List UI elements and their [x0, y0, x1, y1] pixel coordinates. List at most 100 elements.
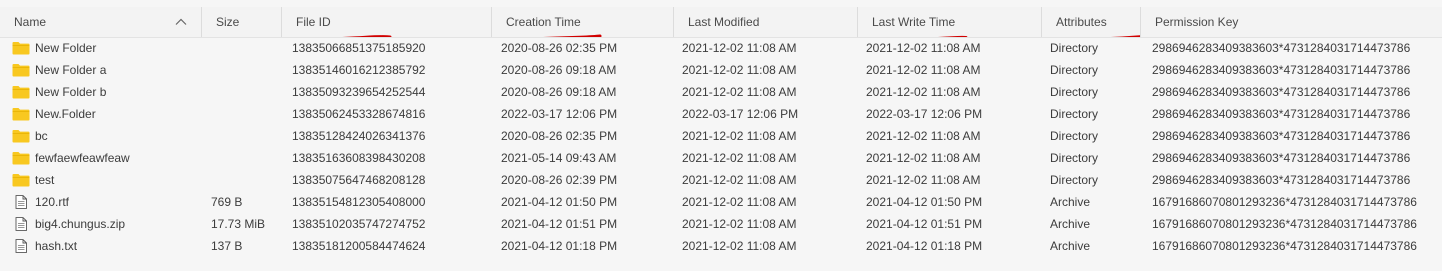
file-icon — [15, 195, 27, 209]
file-id: 13835093239654252544 — [292, 85, 426, 99]
last-modified: 2021-12-02 11:08 AM — [682, 85, 797, 99]
file-id: 13835163608398430208 — [292, 151, 426, 165]
file-attributes: Directory — [1050, 107, 1099, 121]
last-modified: 2022-03-17 12:06 PM — [682, 107, 799, 121]
file-name: test — [35, 173, 55, 187]
creation-time: 2021-05-14 09:43 AM — [501, 151, 617, 165]
file-size — [211, 81, 286, 103]
file-name: fewfaewfeawfeaw — [35, 151, 130, 165]
column-header-name[interactable]: Name — [0, 7, 202, 37]
file-name: New Folder — [35, 41, 97, 55]
last-modified: 2021-12-02 11:08 AM — [682, 151, 797, 165]
last-write-time: 2022-03-17 12:06 PM — [866, 107, 983, 121]
column-header-file-id[interactable]: File ID — [282, 7, 492, 37]
permission-key: 16791686070801293236*4731284031714473786 — [1152, 217, 1417, 231]
column-header-attributes-label: Attributes — [1056, 15, 1140, 37]
row-icon-cell — [12, 125, 30, 147]
file-id: 13835075647468208128 — [292, 173, 426, 187]
file-attributes: Directory — [1050, 41, 1099, 55]
file-size — [211, 125, 286, 147]
file-attributes: Directory — [1050, 63, 1099, 77]
file-id: 13835181200584474624 — [292, 239, 426, 253]
row-icon-cell — [12, 37, 30, 59]
file-attributes: Directory — [1050, 173, 1099, 187]
file-name: hash.txt — [35, 239, 78, 253]
file-row[interactable]: New Folder a 13835146016212385792 2020-0… — [0, 59, 1442, 81]
file-icon — [15, 239, 27, 253]
column-header-last-write-time[interactable]: Last Write Time — [858, 7, 1042, 37]
file-row[interactable]: New Folder 13835066851375185920 2020-08-… — [0, 37, 1442, 59]
file-name: New Folder b — [35, 85, 107, 99]
file-row[interactable]: test 13835075647468208128 2020-08-26 02:… — [0, 169, 1442, 191]
file-name: New.Folder — [35, 107, 96, 121]
file-name: bc — [35, 129, 48, 143]
file-name: big4.chungus.zip — [35, 217, 126, 231]
folder-icon — [12, 86, 30, 99]
permission-key: 2986946283409383603*4731284031714473786 — [1152, 129, 1411, 143]
row-icon-cell — [12, 213, 30, 235]
permission-key: 16791686070801293236*4731284031714473786 — [1152, 195, 1417, 209]
file-size: 17.73 MiB — [211, 217, 266, 231]
sort-ascending-icon[interactable] — [175, 16, 187, 28]
last-modified: 2021-12-02 11:08 AM — [682, 217, 797, 231]
last-modified: 2021-12-02 11:08 AM — [682, 195, 797, 209]
column-header-name-label: Name — [14, 15, 47, 29]
permission-key: 2986946283409383603*4731284031714473786 — [1152, 151, 1411, 165]
file-id: 13835154812305408000 — [292, 195, 426, 209]
column-header-permission-key[interactable]: Permission Key — [1141, 7, 1442, 37]
row-icon-cell — [12, 59, 30, 81]
row-icon-cell — [12, 169, 30, 191]
row-icon-cell — [12, 147, 30, 169]
last-write-time: 2021-12-02 11:08 AM — [866, 63, 981, 77]
permission-key: 2986946283409383603*4731284031714473786 — [1152, 173, 1411, 187]
file-row[interactable]: big4.chungus.zip 17.73 MiB 1383510203574… — [0, 213, 1442, 235]
last-write-time: 2021-04-12 01:51 PM — [866, 217, 983, 231]
file-attributes: Archive — [1050, 239, 1091, 253]
file-size — [211, 59, 286, 81]
last-modified: 2021-12-02 11:08 AM — [682, 239, 797, 253]
file-size — [211, 169, 286, 191]
file-attributes: Directory — [1050, 151, 1099, 165]
last-write-time: 2021-04-12 01:18 PM — [866, 239, 983, 253]
last-modified: 2021-12-02 11:08 AM — [682, 129, 797, 143]
creation-time: 2020-08-26 02:35 PM — [501, 41, 618, 55]
file-name: 120.rtf — [35, 195, 70, 209]
file-attributes: Directory — [1050, 85, 1099, 99]
row-icon-cell — [12, 103, 30, 125]
column-header-size-label: Size — [216, 15, 240, 29]
file-attributes: Directory — [1050, 129, 1099, 143]
creation-time: 2021-04-12 01:18 PM — [501, 239, 618, 253]
last-write-time: 2021-12-02 11:08 AM — [866, 129, 981, 143]
folder-icon — [12, 152, 30, 165]
file-row[interactable]: hash.txt 137 B 13835181200584474624 2021… — [0, 235, 1442, 257]
file-rows: New Folder 13835066851375185920 2020-08-… — [0, 37, 1442, 257]
file-id: 13835102035747274752 — [292, 217, 426, 231]
row-icon-cell — [12, 235, 30, 257]
creation-time: 2020-08-26 02:39 PM — [501, 173, 618, 187]
permission-key: 2986946283409383603*4731284031714473786 — [1152, 41, 1411, 55]
permission-key: 2986946283409383603*4731284031714473786 — [1152, 85, 1411, 99]
file-row[interactable]: 120.rtf 769 B 13835154812305408000 2021-… — [0, 191, 1442, 213]
file-row[interactable]: bc 13835128424026341376 2020-08-26 02:35… — [0, 125, 1442, 147]
column-header-last-modified[interactable]: Last Modified — [674, 7, 858, 37]
last-write-time: 2021-04-12 01:50 PM — [866, 195, 983, 209]
file-attributes: Archive — [1050, 217, 1091, 231]
column-header-attributes[interactable]: Attributes — [1042, 7, 1141, 37]
file-size — [211, 37, 286, 59]
creation-time: 2020-08-26 02:35 PM — [501, 129, 618, 143]
file-attributes: Archive — [1050, 195, 1091, 209]
last-write-time: 2021-12-02 11:08 AM — [866, 41, 981, 55]
last-modified: 2021-12-02 11:08 AM — [682, 63, 797, 77]
column-header-creation-time[interactable]: Creation Time — [492, 7, 674, 37]
column-header-size[interactable]: Size — [202, 7, 282, 37]
file-row[interactable]: New.Folder 13835062453328674816 2022-03-… — [0, 103, 1442, 125]
last-modified: 2021-12-02 11:08 AM — [682, 41, 797, 55]
file-id: 13835146016212385792 — [292, 63, 426, 77]
column-header-last-write-time-label: Last Write Time — [872, 15, 968, 37]
file-row[interactable]: New Folder b 13835093239654252544 2020-0… — [0, 81, 1442, 103]
file-size — [211, 147, 286, 169]
creation-time: 2021-04-12 01:51 PM — [501, 217, 618, 231]
file-row[interactable]: fewfaewfeawfeaw 13835163608398430208 202… — [0, 147, 1442, 169]
folder-icon — [12, 108, 30, 121]
row-icon-cell — [12, 81, 30, 103]
